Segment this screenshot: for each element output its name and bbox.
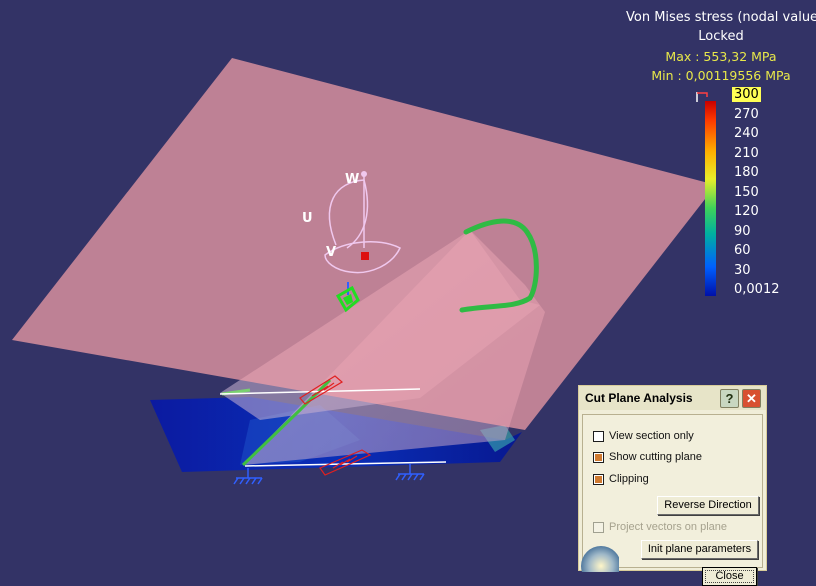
- legend-status: Locked: [698, 29, 744, 44]
- reverse-direction-button[interactable]: Reverse Direction: [657, 496, 759, 515]
- cut-plane-analysis-dialog: Cut Plane Analysis ? ✕ View section only…: [578, 385, 767, 586]
- earth-logo-icon: [581, 546, 619, 572]
- legend-tick: 60: [734, 243, 751, 258]
- checkbox[interactable]: [593, 430, 604, 442]
- compass-axis-v: V: [326, 245, 336, 260]
- dialog-titlebar[interactable]: Cut Plane Analysis ? ✕: [579, 386, 766, 410]
- option-show-cutting-plane[interactable]: Show cutting plane: [593, 449, 702, 465]
- init-plane-parameters-button[interactable]: Init plane parameters: [641, 540, 758, 559]
- legend-tick: 240: [734, 126, 759, 141]
- legend-max: Max : 553,32 MPa: [665, 49, 777, 64]
- legend-tick: 150: [734, 185, 759, 200]
- compass-axis-u: U: [302, 211, 313, 226]
- option-label: Show cutting plane: [609, 451, 702, 463]
- option-clipping[interactable]: Clipping: [593, 471, 649, 487]
- checkbox[interactable]: [593, 473, 604, 485]
- help-button[interactable]: ?: [720, 389, 739, 408]
- close-button[interactable]: Close: [702, 567, 757, 586]
- clamp-symbol: [395, 464, 425, 481]
- checkbox: [593, 521, 604, 533]
- clamp-symbol: [233, 468, 263, 485]
- legend-tick: 90: [734, 224, 751, 239]
- legend-tick: 120: [734, 204, 759, 219]
- option-label: View section only: [609, 430, 694, 442]
- option-label: Clipping: [609, 473, 649, 485]
- compass-axis-w: W: [345, 172, 359, 187]
- legend-tick: 30: [734, 263, 751, 278]
- legend-title: Von Mises stress (nodal values: [626, 10, 816, 25]
- option-project-vectors: Project vectors on plane: [593, 519, 727, 535]
- option-label: Project vectors on plane: [609, 521, 728, 533]
- close-icon[interactable]: ✕: [742, 389, 761, 408]
- legend-min: Min : 0,00119556 MPa: [651, 68, 791, 83]
- plane-origin-handle: [361, 252, 369, 260]
- option-view-section-only[interactable]: View section only: [593, 428, 694, 444]
- dialog-title: Cut Plane Analysis: [585, 391, 693, 405]
- legend-tick[interactable]: 300: [732, 87, 761, 102]
- checkbox[interactable]: [593, 451, 604, 463]
- legend-tick: 180: [734, 165, 759, 180]
- legend-tick: 210: [734, 146, 759, 161]
- color-scale-bar[interactable]: [705, 101, 716, 296]
- legend-tick: 270: [734, 107, 759, 122]
- legend-tick: 0,0012: [734, 282, 780, 297]
